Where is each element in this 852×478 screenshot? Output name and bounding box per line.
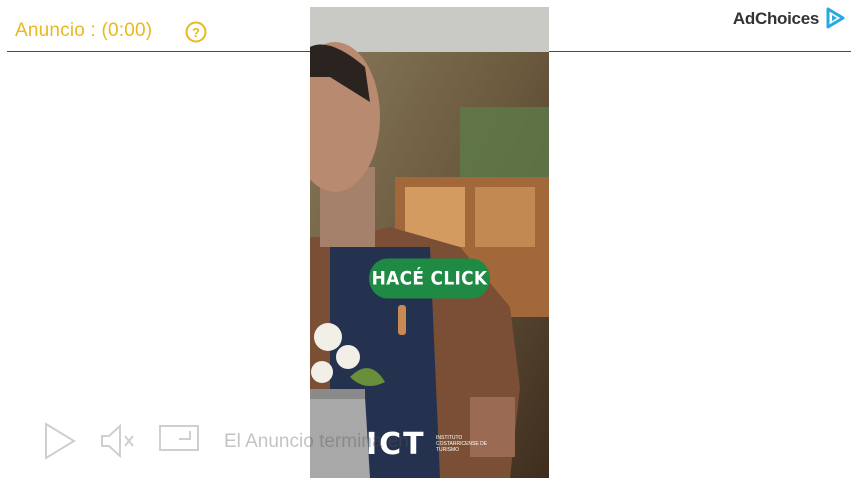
play-icon[interactable] bbox=[44, 422, 76, 460]
fullscreen-icon[interactable] bbox=[159, 425, 199, 451]
video-scene bbox=[310, 7, 549, 478]
ad-status-text: El Anuncio termina en bbox=[224, 431, 409, 452]
ad-label: Anuncio : (0:00) bbox=[15, 20, 153, 41]
adchoices-triangle-icon[interactable] bbox=[824, 7, 846, 29]
svg-text:?: ? bbox=[192, 25, 200, 40]
player-controls: El Anuncio termina en bbox=[0, 415, 852, 465]
hace-click-button[interactable]: HACÉ CLICK bbox=[369, 258, 490, 299]
ad-video-frame[interactable]: HACÉ CLICK ICT INSTITUTO COSTARRICENSE D… bbox=[310, 7, 549, 478]
question-circle-icon[interactable]: ? bbox=[185, 21, 207, 43]
adchoices-link[interactable]: AdChoices bbox=[733, 9, 819, 29]
mute-icon[interactable] bbox=[100, 423, 136, 459]
